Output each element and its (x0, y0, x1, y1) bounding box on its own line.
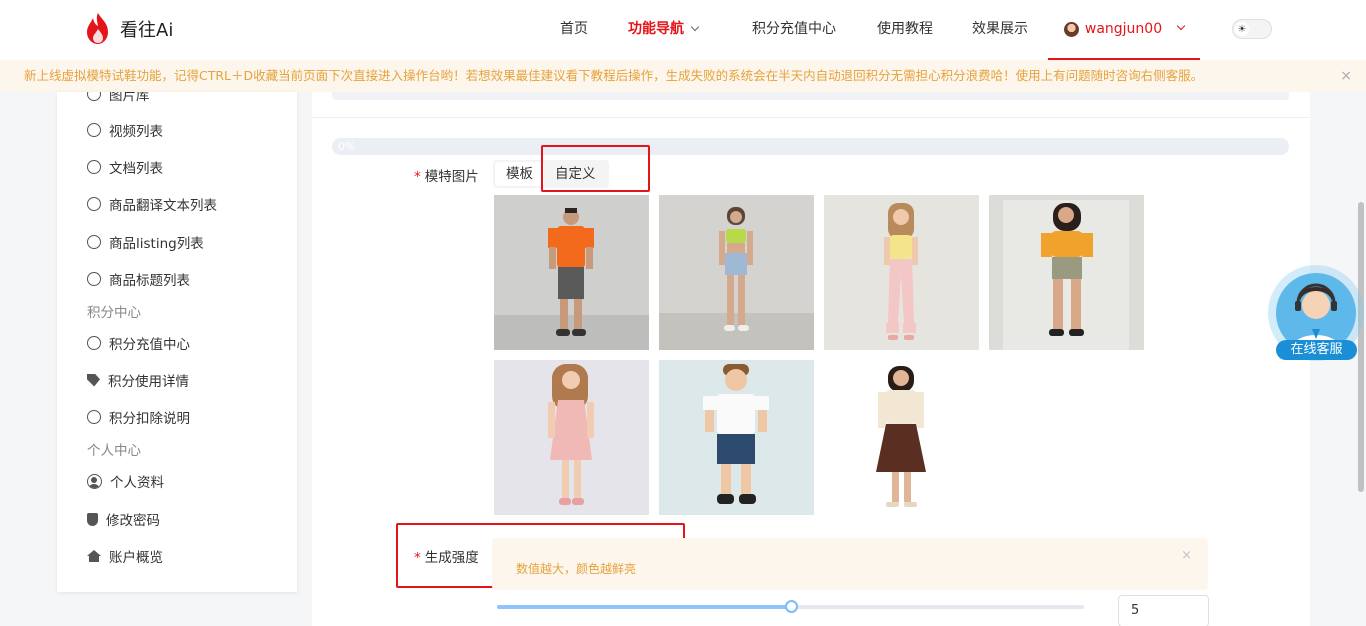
sidebar-item-label: 个人资料 (110, 475, 164, 491)
sidebar-item-title-list[interactable]: 商品标题列表 (87, 269, 190, 289)
nav-showcase[interactable]: 效果展示 (972, 0, 1028, 60)
nav-features-label: 功能导航 (628, 21, 684, 37)
sidebar-item-translation-list[interactable]: 商品翻译文本列表 (87, 194, 217, 214)
logo[interactable]: 看往Ai (84, 12, 173, 46)
sidebar-item-label: 商品翻译文本列表 (109, 198, 217, 214)
sidebar-item-label: 积分充值中心 (109, 337, 190, 353)
model-thumbnail[interactable] (494, 360, 649, 515)
slider-fill (497, 605, 791, 609)
model-image-label-text: 模特图片 (424, 169, 479, 185)
boy-white-shirt-photo (659, 360, 814, 515)
sidebar-item-label: 积分扣除说明 (109, 411, 190, 427)
model-template-grid (494, 195, 1154, 515)
sidebar-item-points-detail[interactable]: 积分使用详情 (87, 370, 189, 390)
theme-toggle[interactable]: ☀ (1232, 19, 1272, 39)
woman-brown-skirt-photo (824, 360, 979, 515)
home-icon (87, 550, 101, 562)
username: wangjun00 (1084, 21, 1163, 37)
circle-icon (87, 336, 101, 350)
required-mark: * (414, 169, 421, 185)
model-thumbnail[interactable] (824, 195, 979, 350)
sun-icon: ☀ (1235, 22, 1249, 36)
circle-icon (87, 92, 101, 101)
girl-pink-dress-photo (494, 360, 649, 515)
notice-text: 新上线虚拟模特试鞋功能，记得CTRL＋D收藏当前页面下次直接进入操作台哟！若想效… (24, 68, 1204, 83)
sidebar-item-listing-list[interactable]: 商品listing列表 (87, 232, 204, 252)
model-thumbnail[interactable] (659, 360, 814, 515)
notice-bar: 新上线虚拟模特试鞋功能，记得CTRL＋D收藏当前页面下次直接进入操作台哟！若想效… (0, 60, 1366, 92)
circle-icon (87, 123, 101, 137)
user-menu[interactable]: wangjun00 (1048, 0, 1200, 60)
user-icon (87, 473, 102, 489)
online-service-widget[interactable]: 在线客服 (1268, 265, 1364, 361)
alert-text: 数值越大，颜色越鲜亮 (516, 562, 637, 576)
model-thumbnail[interactable] (824, 360, 979, 515)
sidebar-item-image-library[interactable]: 图片库 (87, 92, 150, 104)
circle-icon (87, 197, 101, 211)
sidebar-item-password[interactable]: 修改密码 (87, 509, 160, 529)
strength-hint-alert: 数值越大，颜色越鲜亮 × (492, 538, 1208, 590)
sidebar-item-recharge[interactable]: 积分充值中心 (87, 333, 190, 353)
sidebar-item-label: 商品listing列表 (109, 236, 204, 252)
sidebar: 图片库 视频列表 文档列表 商品翻译文本列表 商品listing列表 商品标题列… (57, 92, 297, 592)
sidebar-item-doc-list[interactable]: 文档列表 (87, 157, 163, 177)
sidebar-item-label: 账户概览 (109, 550, 163, 566)
shield-icon (87, 512, 98, 526)
model-image-label: * 模特图片 (414, 165, 479, 185)
sidebar-item-label: 修改密码 (106, 513, 160, 529)
model-thumbnail[interactable] (659, 195, 814, 350)
sidebar-item-deduction[interactable]: 积分扣除说明 (87, 407, 190, 427)
circle-icon (87, 272, 101, 286)
slider-handle[interactable] (784, 600, 798, 613)
nav-home[interactable]: 首页 (560, 0, 588, 60)
circle-icon (87, 410, 101, 424)
chevron-down-icon (1176, 21, 1186, 31)
nav-features[interactable]: 功能导航 (628, 0, 700, 60)
woman-orange-top-photo (989, 195, 1144, 350)
progress-bar: 0% (332, 138, 1289, 155)
sidebar-item-overview[interactable]: 账户概览 (87, 546, 163, 566)
divider (312, 117, 1310, 118)
top-panel-edge (332, 92, 1289, 100)
strength-input[interactable]: 5 (1118, 595, 1209, 626)
close-icon[interactable]: × (1181, 548, 1192, 563)
girl-yellow-top-photo (824, 195, 979, 350)
avatar (1063, 21, 1079, 37)
sidebar-item-video-list[interactable]: 视频列表 (87, 120, 163, 140)
nav-recharge[interactable]: 积分充值中心 (752, 0, 836, 60)
close-icon[interactable]: × (1340, 60, 1352, 92)
strength-slider[interactable] (497, 600, 1084, 613)
sidebar-item-label: 商品标题列表 (109, 273, 190, 289)
flame-logo-icon (87, 13, 108, 44)
sidebar-item-label: 积分使用详情 (108, 374, 189, 390)
chevron-down-icon (690, 22, 700, 32)
sidebar-group-personal: 个人中心 (87, 443, 141, 459)
man-orange-shirt-photo (494, 195, 649, 350)
main-panel: 0% * 模特图片 模板 自定义 * 生成强度 数值越大，颜色越鲜亮 × 5 (312, 92, 1310, 626)
sidebar-item-label: 视频列表 (109, 124, 163, 140)
sidebar-item-profile[interactable]: 个人资料 (87, 471, 164, 491)
sidebar-item-label: 图片库 (109, 92, 150, 104)
tab-template[interactable]: 模板 (495, 162, 544, 186)
circle-icon (87, 235, 101, 249)
highlight-box-custom (541, 145, 650, 192)
tag-icon (87, 373, 100, 387)
top-header: 看往Ai 首页 功能导航 积分充值中心 使用教程 效果展示 wangjun00 … (0, 0, 1366, 60)
service-label: 在线客服 (1276, 340, 1357, 360)
sidebar-item-label: 文档列表 (109, 161, 163, 177)
nav-tutorial[interactable]: 使用教程 (877, 0, 933, 60)
sidebar-group-points: 积分中心 (87, 305, 141, 321)
model-thumbnail[interactable] (494, 195, 649, 350)
model-thumbnail[interactable] (989, 195, 1144, 350)
circle-icon (87, 160, 101, 174)
logo-text: 看往Ai (120, 20, 174, 41)
progress-text: 0% (338, 140, 356, 153)
woman-green-top-photo (659, 195, 814, 350)
